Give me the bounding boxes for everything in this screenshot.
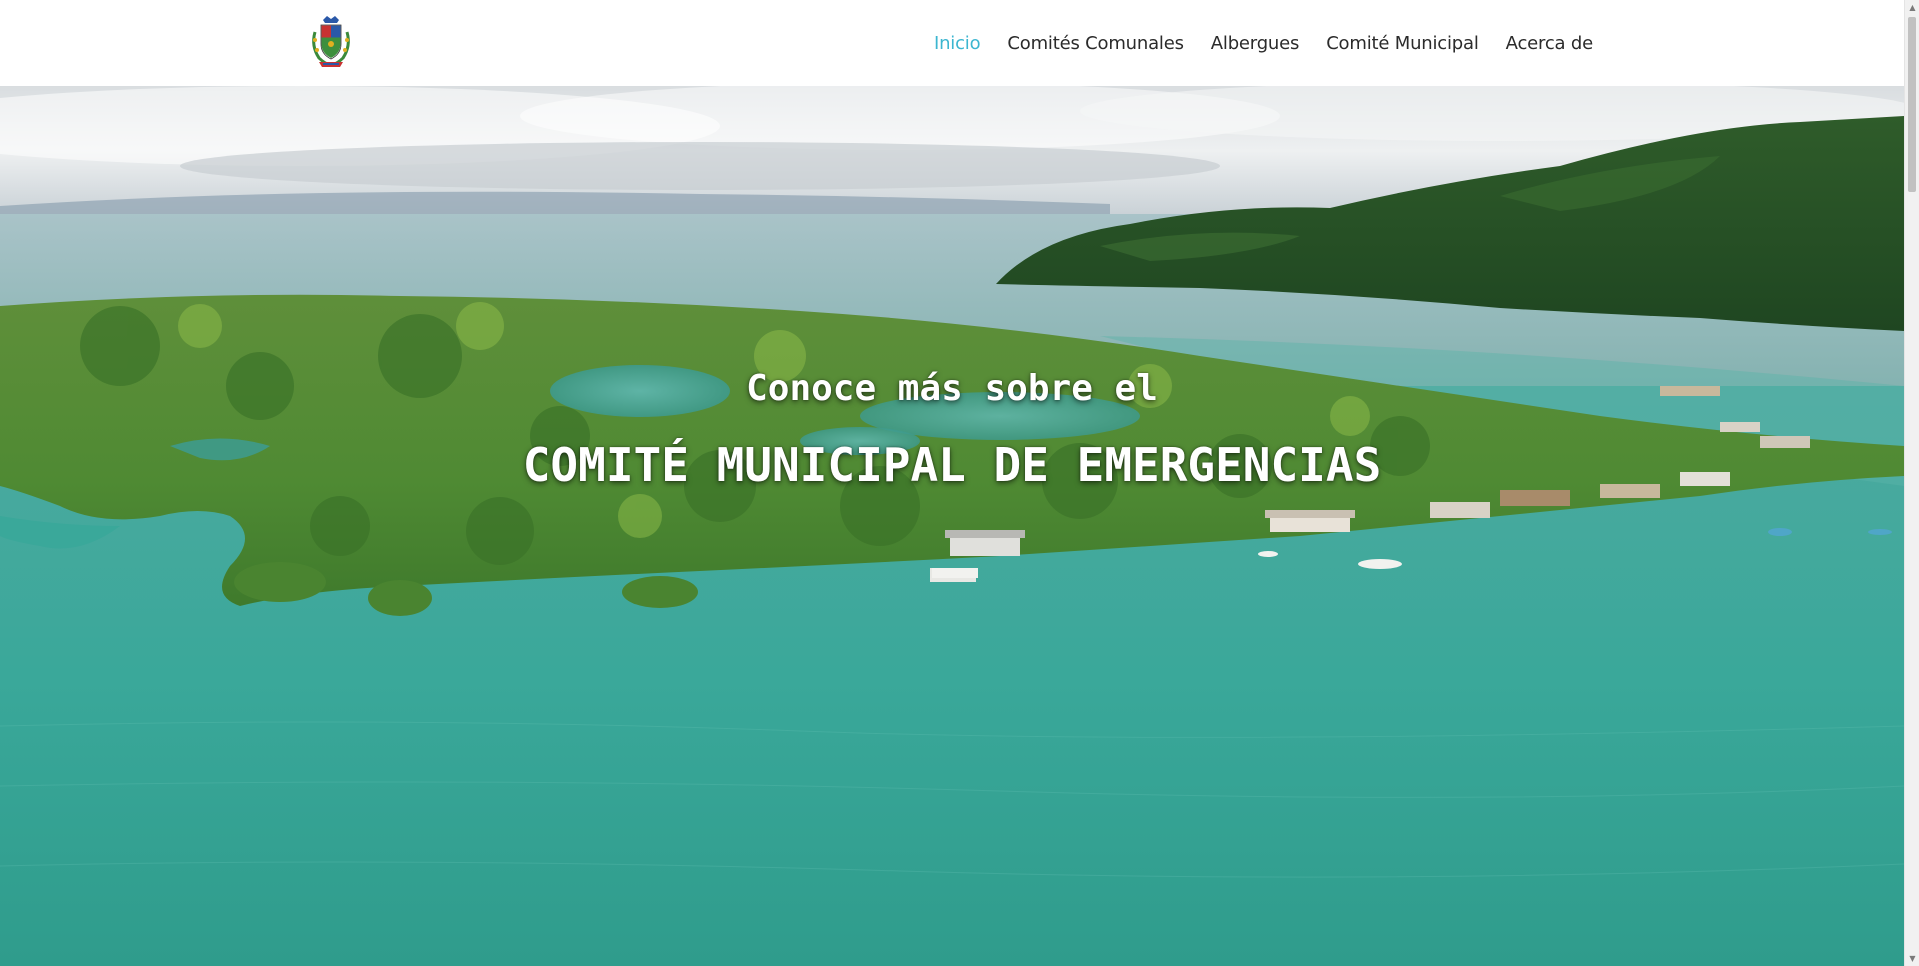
coat-of-arms-icon (312, 16, 350, 67)
page: Inicio Comités Comunales Albergues Comit… (0, 0, 1919, 966)
page-scrollbar[interactable]: ▲ ▼ (1904, 0, 1919, 966)
scroll-up-arrow-icon[interactable]: ▲ (1905, 0, 1919, 15)
hero-section: Conoce más sobre el COMITÉ MUNICIPAL DE … (0, 86, 1904, 966)
hero-background-image (0, 86, 1904, 966)
main-nav: Inicio Comités Comunales Albergues Comit… (934, 0, 1593, 86)
site-header: Inicio Comités Comunales Albergues Comit… (0, 0, 1904, 86)
nav-item-albergues[interactable]: Albergues (1211, 33, 1300, 54)
scroll-down-arrow-icon[interactable]: ▼ (1905, 951, 1919, 966)
scrollbar-thumb[interactable] (1908, 17, 1916, 192)
hero-title: COMITÉ MUNICIPAL DE EMERGENCIAS (522, 438, 1382, 492)
nav-item-inicio[interactable]: Inicio (934, 33, 981, 54)
nav-item-comites-comunales[interactable]: Comités Comunales (1007, 33, 1184, 54)
nav-item-comite-municipal[interactable]: Comité Municipal (1326, 33, 1479, 54)
nav-item-acerca-de[interactable]: Acerca de (1506, 33, 1594, 54)
hero-subtitle: Conoce más sobre el (746, 368, 1158, 409)
coat-of-arms-logo[interactable] (309, 14, 353, 70)
